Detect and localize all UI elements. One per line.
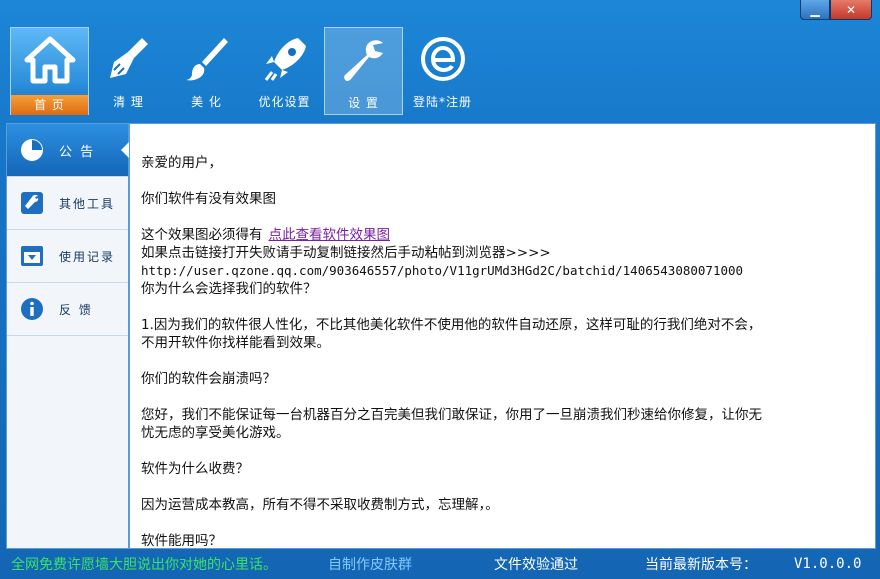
app-window: ▁ ✕ 首 页 清 理 美 化 优化设置 设 置 登陆*注册 公 告 其他工具 … — [0, 0, 880, 579]
toolbar-settings-label: 设 置 — [348, 96, 379, 110]
effect-line: 这个效果图必须得有 点此查看软件效果图 — [141, 226, 875, 244]
toolbar-optimize-label: 优化设置 — [258, 95, 311, 109]
version-value: V1.0.0.0 — [794, 556, 862, 572]
notice-content-panel[interactable]: 亲爱的用户， 你们软件有没有效果图 这个效果图必须得有 点此查看软件效果图 如果点… — [129, 123, 876, 549]
question-text: 你们软件有没有效果图 — [141, 191, 276, 207]
tools-icon — [19, 190, 45, 216]
window-controls: ▁ ✕ — [800, 0, 872, 20]
greeting: 亲爱的用户， — [141, 155, 222, 171]
pie-chart-icon — [19, 137, 45, 163]
effect-prefix: 这个效果图必须得有 — [141, 227, 263, 243]
toolbar-beautify-button[interactable]: 美 化 — [168, 27, 245, 113]
toolbar-clean-button[interactable]: 清 理 — [90, 27, 167, 113]
version-label: 当前最新版本号： — [645, 557, 757, 573]
question-text: 你为什么会选择我们的软件？ — [141, 281, 317, 297]
main-toolbar: 首 页 清 理 美 化 优化设置 设 置 登陆*注册 — [10, 27, 482, 115]
close-button[interactable]: ✕ — [830, 0, 872, 20]
sidebar-item-history[interactable]: 使用记录 — [7, 230, 128, 283]
answer-text: 您好，我们不能保证每一台机器百分之百完美但我们敢保证，你用了一旦崩溃我们秒速给你… — [141, 407, 762, 423]
e-logo-icon — [415, 31, 471, 87]
status-bar: 全网免费许愿墙大胆说出你对她的心里话。 自制作皮肤群 文件效验通过 当前最新版本… — [0, 549, 880, 579]
url-text: http://user.qzone.qq.com/903646557/photo… — [141, 263, 744, 278]
sidebar-item-label: 使用记录 — [59, 249, 116, 264]
toolbar-optimize-button[interactable]: 优化设置 — [246, 27, 323, 113]
toolbar-beautify-label: 美 化 — [191, 95, 222, 109]
notice-text: 亲爱的用户， 你们软件有没有效果图 这个效果图必须得有 点此查看软件效果图 如果点… — [130, 124, 875, 549]
answer-text: 1.因为我们的软件很人性化，不比其他美化软件不使用他的软件自动还原，这样可耻的行… — [141, 317, 762, 333]
rocket-icon — [257, 31, 313, 87]
question-text: 软件为什么收费？ — [141, 461, 249, 477]
info-icon — [19, 296, 45, 322]
answer-text: 忧无虑的享受美化游戏。 — [141, 425, 290, 441]
toolbar-home-button[interactable]: 首 页 — [10, 27, 89, 115]
toolbar-clean-label: 清 理 — [113, 95, 144, 109]
toolbar-home-label: 首 页 — [11, 95, 88, 115]
answer-text: 因为运营成本教高，所有不得不采取收费制方式，忘理解，。 — [141, 497, 499, 513]
sidebar-item-feedback[interactable]: 反 馈 — [7, 283, 128, 336]
question-text: 软件能用吗？ — [141, 533, 222, 549]
sidebar-item-notice[interactable]: 公 告 — [7, 124, 129, 177]
download-box-icon — [19, 243, 45, 269]
question-text: 你们的软件会崩溃吗？ — [141, 371, 276, 387]
sidebar-item-label: 其他工具 — [59, 196, 116, 211]
toolbar-settings-button[interactable]: 设 置 — [324, 27, 403, 115]
toolbar-login-button[interactable]: 登陆*注册 — [404, 27, 481, 113]
skin-group-link[interactable]: 自制作皮肤群 — [328, 554, 412, 574]
broom-icon — [101, 31, 157, 87]
effect-link[interactable]: 点此查看软件效果图 — [269, 227, 391, 243]
sidebar: 公 告 其他工具 使用记录 反 馈 — [6, 123, 129, 549]
instruction-text: 如果点击链接打开失败请手动复制链接然后手动粘帖到浏览器>>>> — [141, 245, 551, 261]
toolbar-login-label: 登陆*注册 — [412, 95, 472, 109]
minimize-button[interactable]: ▁ — [800, 0, 830, 20]
answer-text: 不用开软件你找样能看到效果。 — [141, 335, 330, 351]
wrench-icon — [336, 32, 392, 88]
sidebar-item-tools[interactable]: 其他工具 — [7, 177, 128, 230]
verify-status: 文件效验通过 — [494, 557, 578, 573]
home-icon — [22, 32, 78, 88]
brush-icon — [179, 31, 235, 87]
marquee-text[interactable]: 全网免费许愿墙大胆说出你对她的心里话。 — [11, 554, 277, 574]
sidebar-item-label: 反 馈 — [59, 302, 93, 317]
sidebar-item-label: 公 告 — [59, 144, 96, 160]
